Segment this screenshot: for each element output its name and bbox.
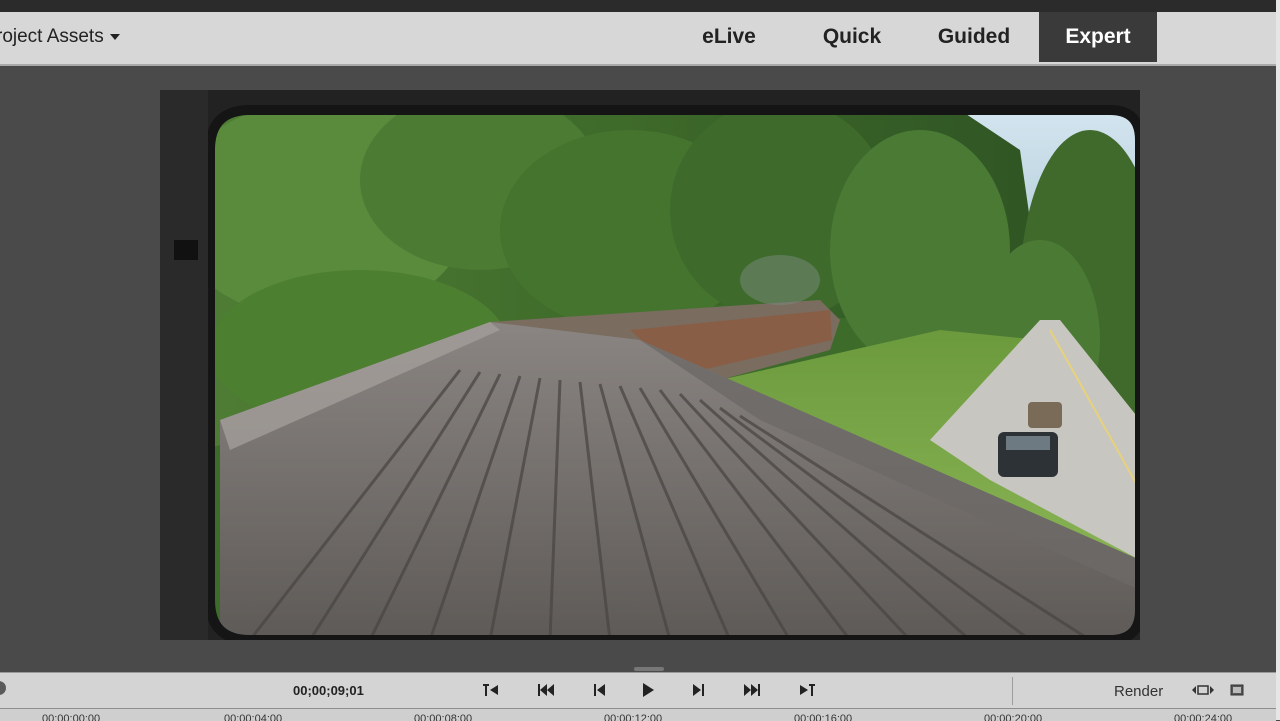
goto-end-icon — [744, 684, 760, 696]
goto-out-icon — [800, 684, 815, 696]
goto-end-button[interactable] — [741, 681, 763, 699]
dropdown-caret-icon — [109, 34, 120, 40]
monitor-view-icon — [1230, 684, 1244, 696]
play-button[interactable] — [637, 681, 659, 699]
video-monitor — [160, 90, 1140, 640]
tab-guided[interactable]: Guided — [924, 12, 1024, 62]
play-icon — [643, 683, 654, 697]
monitor-view-button[interactable] — [1226, 681, 1248, 699]
fit-view-button[interactable] — [1190, 681, 1216, 699]
tab-expert[interactable]: Expert — [1039, 12, 1157, 62]
step-back-button[interactable] — [589, 681, 611, 699]
current-timecode[interactable]: 00;00;09;01 — [293, 683, 364, 698]
timeline-zoom-knob[interactable] — [0, 681, 6, 695]
goto-in-button[interactable] — [480, 681, 502, 699]
panel-resize-handle[interactable] — [634, 667, 664, 671]
goto-start-icon — [538, 684, 554, 696]
step-forward-icon — [693, 684, 704, 696]
step-back-icon — [594, 684, 605, 696]
timeline-ruler[interactable]: 00;00;00;00 00;00;04;00 00;00;08;00 00;0… — [0, 708, 1276, 721]
tab-quick[interactable]: Quick — [806, 12, 898, 62]
goto-in-icon — [483, 684, 498, 696]
top-strip — [0, 0, 1280, 12]
project-assets-dropdown[interactable]: roject Assets — [0, 26, 120, 48]
tab-elive[interactable]: eLive — [690, 12, 768, 62]
goto-out-button[interactable] — [796, 681, 818, 699]
toolbar-separator — [1012, 677, 1013, 705]
render-button[interactable]: Render — [1114, 683, 1163, 700]
transport-bar: 00;00;09;01 Render — [0, 672, 1276, 709]
video-frame — [160, 90, 1140, 640]
goto-start-button[interactable] — [535, 681, 557, 699]
fit-view-icon — [1192, 685, 1214, 695]
step-forward-button[interactable] — [687, 681, 709, 699]
window-edge — [1276, 0, 1280, 720]
mode-bar: roject Assets eLive Quick Guided Expert — [0, 12, 1276, 66]
project-assets-label: roject Assets — [0, 26, 104, 47]
